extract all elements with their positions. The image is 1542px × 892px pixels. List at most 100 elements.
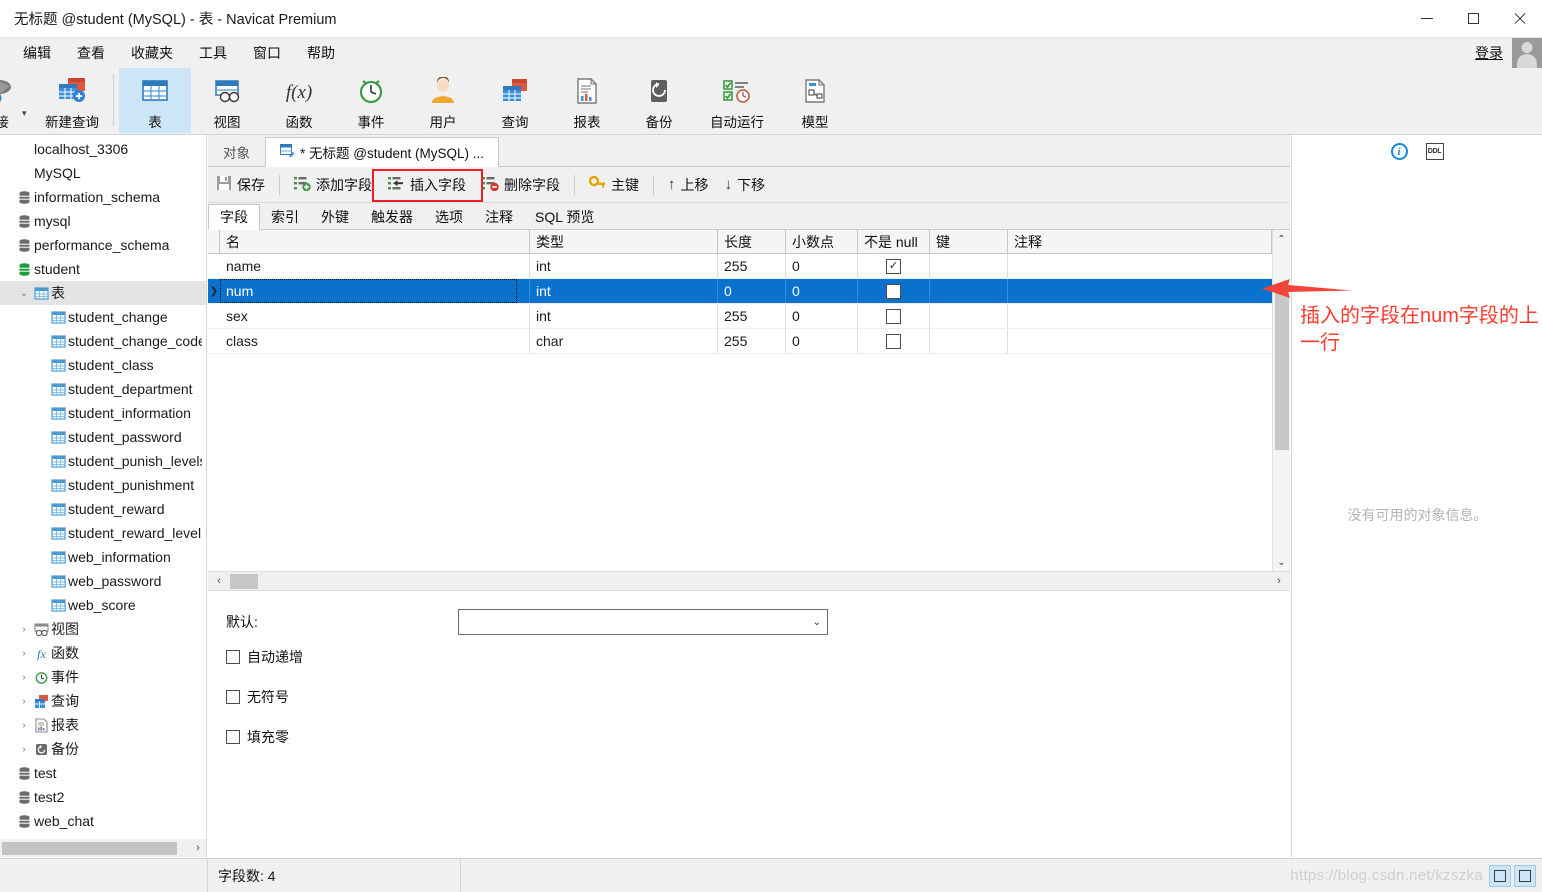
toolbar-event[interactable]: 事件 (335, 68, 407, 133)
grid-cell-not-null[interactable] (858, 304, 930, 328)
tree-expand-arrow[interactable]: › (17, 672, 31, 683)
subtab-foreign-keys[interactable]: 外键 (310, 205, 360, 229)
grid-scroll-thumb[interactable] (1275, 290, 1289, 450)
toolbar-model[interactable]: 模型 (779, 68, 851, 133)
grid-cell-key[interactable] (930, 329, 1008, 353)
menu-edit[interactable]: 编辑 (10, 39, 64, 67)
tree-expand-arrow[interactable]: › (17, 624, 31, 635)
grid-cell-field-length[interactable]: 255 (718, 254, 786, 278)
tree-expand-arrow[interactable]: › (17, 744, 31, 755)
grid-scroll-left-arrow[interactable]: ‹ (208, 575, 230, 587)
grid-cell-not-null[interactable] (858, 329, 930, 353)
tree-node-student[interactable]: student (0, 257, 206, 281)
object-tree[interactable]: localhost_3306 MySQL information_schema mys… (0, 135, 206, 833)
column-header-key[interactable]: 键 (930, 230, 1008, 253)
tree-node-student_password[interactable]: student_password (0, 425, 206, 449)
toolbar-backup[interactable]: 备份 (623, 68, 695, 133)
tree-node-[interactable]: ⌄ 表 (0, 281, 206, 305)
menu-window[interactable]: 窗口 (240, 39, 294, 67)
menu-help[interactable]: 帮助 (294, 39, 348, 67)
connection-dropdown-caret[interactable]: ▾ (22, 108, 36, 119)
tree-node-web_chat[interactable]: web_chat (0, 809, 206, 833)
tree-expand-arrow[interactable]: › (17, 720, 31, 731)
grid-view-toggle[interactable] (1489, 864, 1511, 887)
tree-node-student_information[interactable]: student_information (0, 401, 206, 425)
tree-node-[interactable]: › 事件 (0, 665, 206, 689)
tree-node-MySQL[interactable]: MySQL (0, 161, 206, 185)
tree-node-mysql[interactable]: mysql (0, 209, 206, 233)
menu-tools[interactable]: 工具 (186, 39, 240, 67)
column-header-comment[interactable]: 注释 (1008, 230, 1272, 253)
tree-expand-arrow[interactable]: ⌄ (17, 288, 31, 299)
grid-scroll-up-arrow[interactable]: ⌃ (1273, 230, 1290, 248)
tree-node-[interactable]: › 视图 (0, 617, 206, 641)
grid-cell-field-decimals[interactable]: 0 (786, 254, 858, 278)
grid-cell-field-type[interactable]: int (530, 279, 718, 303)
subtab-comment[interactable]: 注释 (474, 205, 524, 229)
grid-cell-field-length[interactable]: 255 (718, 304, 786, 328)
info-icon[interactable]: i (1390, 143, 1408, 160)
grid-row[interactable]: sex int 255 0 (208, 304, 1272, 329)
tree-node-web_password[interactable]: web_password (0, 569, 206, 593)
toolbar-user[interactable]: 用户 (407, 68, 479, 133)
minimize-button[interactable] (1404, 0, 1450, 38)
tab-objects[interactable]: 对象 (208, 138, 265, 166)
grid-cell-field-decimals[interactable]: 0 (786, 329, 858, 353)
grid-cell-not-null[interactable]: ✓ (858, 254, 930, 278)
grid-hscroll-thumb[interactable] (230, 573, 258, 589)
delete-field-button[interactable]: 删除字段 (474, 171, 568, 199)
sidebar-horizontal-scrollbar[interactable]: › (0, 839, 206, 857)
not-null-checkbox[interactable] (886, 283, 901, 299)
grid-horizontal-scrollbar[interactable]: ‹ › (208, 571, 1290, 591)
subtab-options[interactable]: 选项 (424, 205, 474, 229)
zerofill-checkbox[interactable] (226, 730, 240, 744)
grid-scroll-right-arrow[interactable]: › (1268, 575, 1290, 587)
not-null-checkbox[interactable] (886, 333, 901, 349)
tree-node-student_reward[interactable]: student_reward (0, 497, 206, 521)
tree-node-[interactable]: › 查询 (0, 689, 206, 713)
tree-node-[interactable]: › fx 函数 (0, 641, 206, 665)
not-null-checkbox[interactable] (886, 308, 901, 324)
default-value-select[interactable]: ⌄ (458, 609, 828, 635)
grid-cell-field-name[interactable]: name (220, 254, 530, 278)
toolbar-automation[interactable]: 自动运行 (695, 68, 779, 133)
toolbar-table[interactable]: 表 (119, 68, 191, 133)
zerofill-row[interactable]: 填充零 (226, 727, 1290, 747)
column-header-type[interactable]: 类型 (530, 230, 718, 253)
form-view-toggle[interactable] (1514, 864, 1536, 887)
grid-cell-field-decimals[interactable]: 0 (786, 304, 858, 328)
grid-cell-key[interactable] (930, 304, 1008, 328)
menu-favorites[interactable]: 收藏夹 (118, 39, 186, 67)
close-button[interactable] (1496, 0, 1542, 38)
grid-row[interactable]: ❯ num int 0 0 (208, 279, 1272, 304)
sidebar-scroll-right-arrow[interactable]: › (189, 842, 206, 854)
grid-cell-not-null[interactable] (858, 279, 930, 303)
column-header-decimals[interactable]: 小数点 (786, 230, 858, 253)
subtab-fields[interactable]: 字段 (208, 204, 260, 230)
tree-node-[interactable]: › 报表 (0, 713, 206, 737)
auto-increment-row[interactable]: 自动递增 (226, 647, 1290, 667)
grid-cell-editor[interactable]: num (220, 279, 517, 303)
grid-row[interactable]: name int 255 0 ✓ (208, 254, 1272, 279)
unsigned-checkbox[interactable] (226, 690, 240, 704)
grid-cell-comment[interactable] (1008, 279, 1272, 303)
column-header-name[interactable]: 名 (220, 230, 530, 253)
subtab-triggers[interactable]: 触发器 (360, 205, 424, 229)
grid-cell-key[interactable] (930, 279, 1008, 303)
tree-node-student_punish_levels[interactable]: student_punish_levels (0, 449, 206, 473)
add-field-button[interactable]: 添加字段 (286, 171, 380, 199)
maximize-button[interactable] (1450, 0, 1496, 38)
tree-node-student_change_code[interactable]: student_change_code (0, 329, 206, 353)
grid-cell-key[interactable] (930, 254, 1008, 278)
grid-row[interactable]: class char 255 0 (208, 329, 1272, 354)
move-down-button[interactable]: ↓ 下移 (717, 171, 774, 199)
grid-cell-comment[interactable] (1008, 254, 1272, 278)
grid-cell-field-length[interactable]: 0 (718, 279, 786, 303)
tree-node-student_department[interactable]: student_department (0, 377, 206, 401)
grid-cell-field-name[interactable]: sex (220, 304, 530, 328)
grid-cell-comment[interactable] (1008, 304, 1272, 328)
tree-node-web_score[interactable]: web_score (0, 593, 206, 617)
primary-key-button[interactable]: 主键 (581, 171, 647, 199)
tree-node-student_reward_level[interactable]: student_reward_level (0, 521, 206, 545)
save-button[interactable]: 保存 (208, 171, 273, 199)
